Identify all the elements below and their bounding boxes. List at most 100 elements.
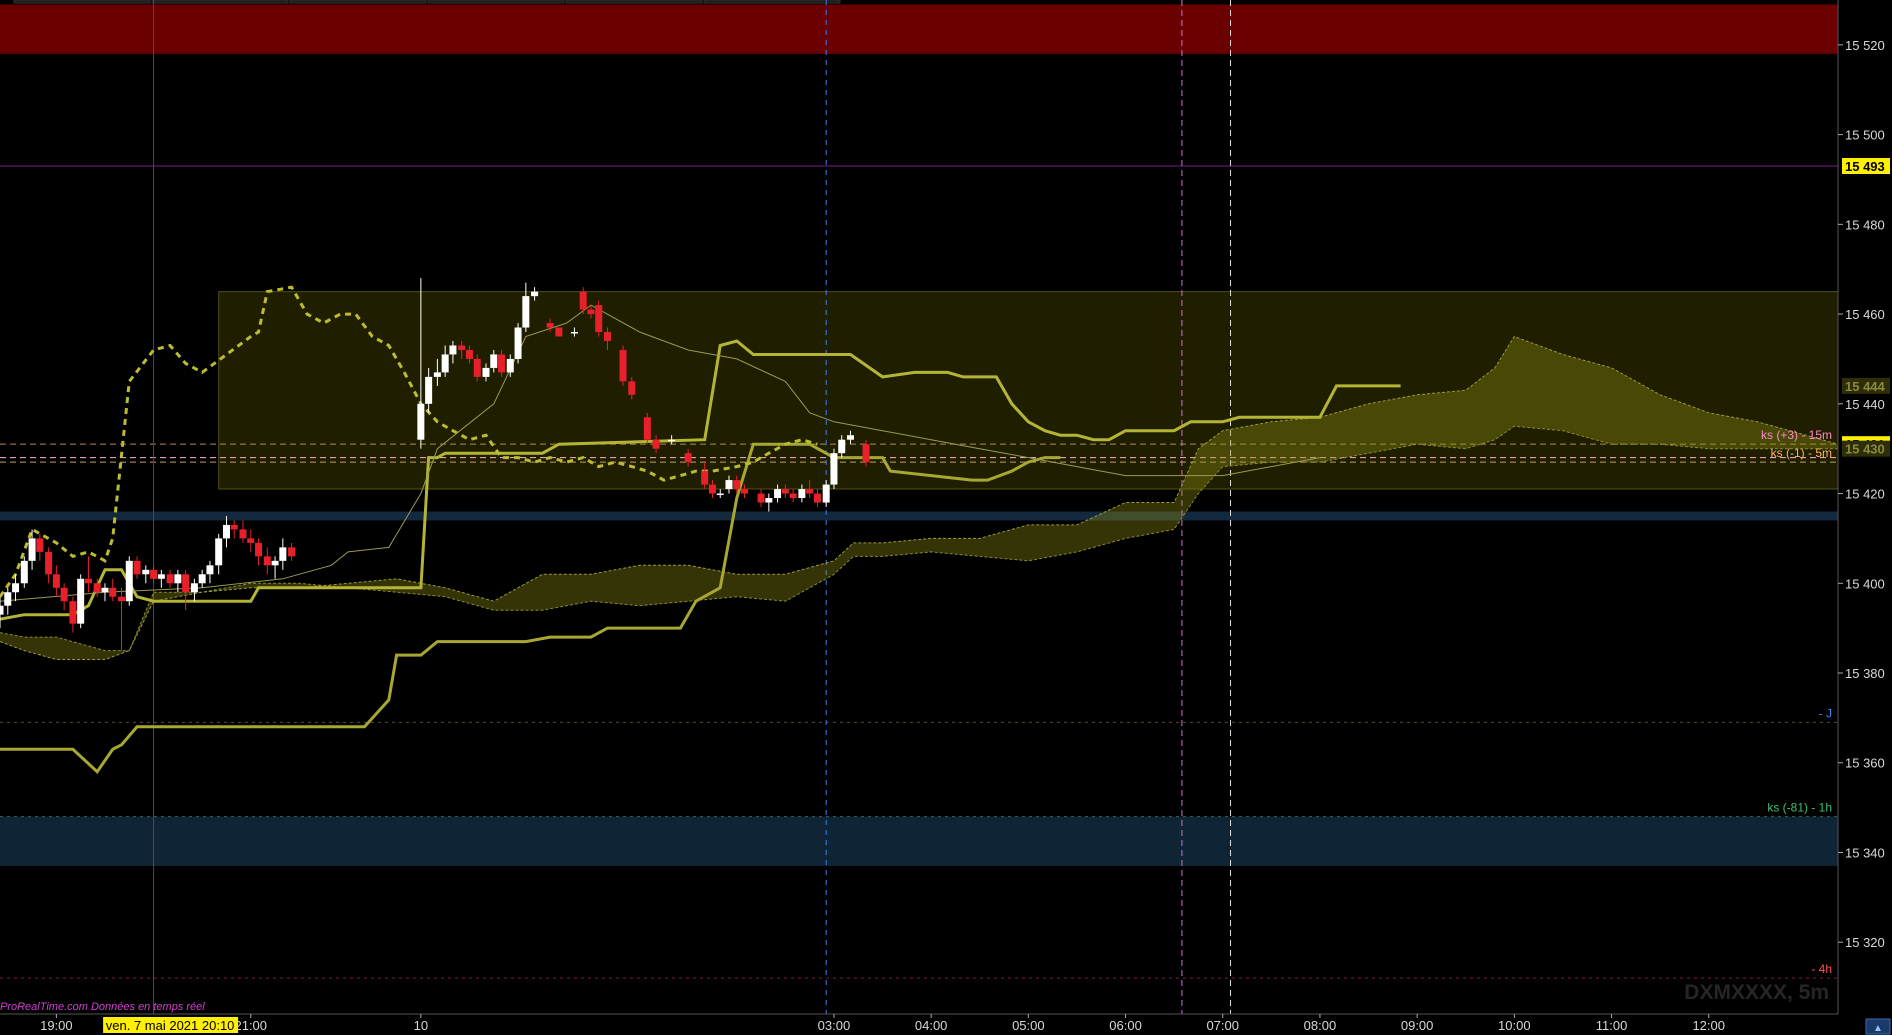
y-axis-background [1838,0,1892,1035]
x-tick-label: 12:00 [1692,1018,1725,1033]
chart-svg: ks (+3) - 15m ks (-1) - 5m - J ks (-81) - 1… [0,0,1892,1035]
price-tag-label: 15 493 [1845,159,1885,174]
candle-body [93,583,101,593]
top-toolbar-segment[interactable] [427,0,565,4]
top-toolbar-segment[interactable] [703,0,841,4]
x-tick-label: 10:00 [1498,1018,1531,1033]
candle-body [36,538,44,552]
candle-body [28,538,36,561]
x-tick-label: 10 [414,1018,428,1033]
candle-body [619,349,627,382]
top-toolbar-segment[interactable] [13,0,151,4]
level-label: ks (+3) - 15m [1761,428,1832,442]
candle [643,412,651,445]
candle-body [271,560,279,566]
candle-body [652,439,660,449]
candle-body [441,354,449,373]
top-toolbar-segment[interactable] [151,0,289,4]
x-tick-label: 19:00 [40,1018,73,1033]
candle-body [449,345,457,355]
candle-body [708,484,716,494]
candle [20,556,28,588]
candle-body [725,480,733,490]
candle-body [0,605,4,615]
y-tick-label: 15 460 [1845,307,1885,322]
candle [830,448,838,490]
candle-body [603,332,611,341]
candle-body [643,417,651,440]
candle-body [150,569,158,579]
candle-body [4,592,12,606]
scroll-arrows-icon: ▲ [1873,1023,1883,1034]
level-label: ks (-1) - 5m [1771,446,1832,460]
y-tick-label: 15 400 [1845,576,1885,591]
candle-body [60,587,68,602]
x-tick-label: 21:00 [234,1018,267,1033]
x-tick-label: 05:00 [1012,1018,1045,1033]
cursor-date-label: ven. 7 mai 2021 20:10 [106,1018,235,1033]
candle-body [490,354,498,368]
source-label: ProRealTime.com Données en temps réel [0,1001,205,1013]
candle-body [595,305,603,333]
candle-body [174,574,182,584]
candle-body [433,372,441,377]
y-tick-label: 15 500 [1845,128,1885,143]
x-tick-label: 06:00 [1109,1018,1142,1033]
candle-body [838,439,846,454]
level-label: - 4h [1811,962,1832,976]
candle-body [263,556,271,566]
top-toolbar-segment[interactable] [565,0,703,4]
candle-body [133,560,141,575]
symbol-watermark: DXMXXXX, 5m [1684,981,1829,1004]
candle [555,327,563,337]
candle-body [101,587,109,593]
y-tick-label: 15 420 [1845,487,1885,502]
y-tick-label: 15 440 [1845,397,1885,412]
y-tick-label: 15 340 [1845,845,1885,860]
candle-body [741,489,749,494]
candle-body [813,493,821,503]
x-tick-label: 03:00 [818,1018,851,1033]
top-toolbar-segment[interactable] [289,0,427,4]
candle-body [117,596,125,602]
candle-body [109,587,117,597]
candle-body [77,578,85,624]
y-axis[interactable]: 15 520 15 500 15 480 15 460 15 440 15 420 15 4… [1837,0,1892,1035]
candle [77,574,85,629]
candle-body [830,453,838,485]
candle-body [774,489,782,499]
candle-body [157,574,165,579]
candle-body [789,493,797,499]
candle-body [20,560,28,584]
x-axis[interactable]: 19:00 21:00 10 03:00 04:00 05:00 06:00 07:00 08:… [0,1013,1892,1035]
candle-body [458,345,466,350]
x-tick-label: 08:00 [1304,1018,1337,1033]
candle-body [765,498,773,503]
y-tick-label: 15 360 [1845,756,1885,771]
candle-body [125,560,133,602]
x-tick-label: 07:00 [1206,1018,1239,1033]
candle-body [142,569,150,575]
candle-body [514,327,522,359]
candle-body [546,323,554,328]
candle-body [198,574,206,584]
candle [125,556,133,606]
x-tick-label: 04:00 [915,1018,948,1033]
candle-body [570,332,578,334]
x-tick-label: 09:00 [1401,1018,1434,1033]
price-band [0,4,1838,54]
candle-body [230,524,238,530]
candle-body [587,309,595,315]
candle-body [288,547,296,557]
candle-body [506,358,514,373]
candle-body [417,403,425,440]
candle-body [522,296,530,328]
candle-body [190,583,198,593]
candle-body [215,538,223,566]
candle-body [166,574,174,584]
price-tag-label: 15 430 [1845,442,1885,457]
scroll-corner-button[interactable]: ▲ [1865,1018,1891,1035]
candle-body [45,551,53,575]
candle-body [862,444,870,463]
candle-body [482,367,490,377]
